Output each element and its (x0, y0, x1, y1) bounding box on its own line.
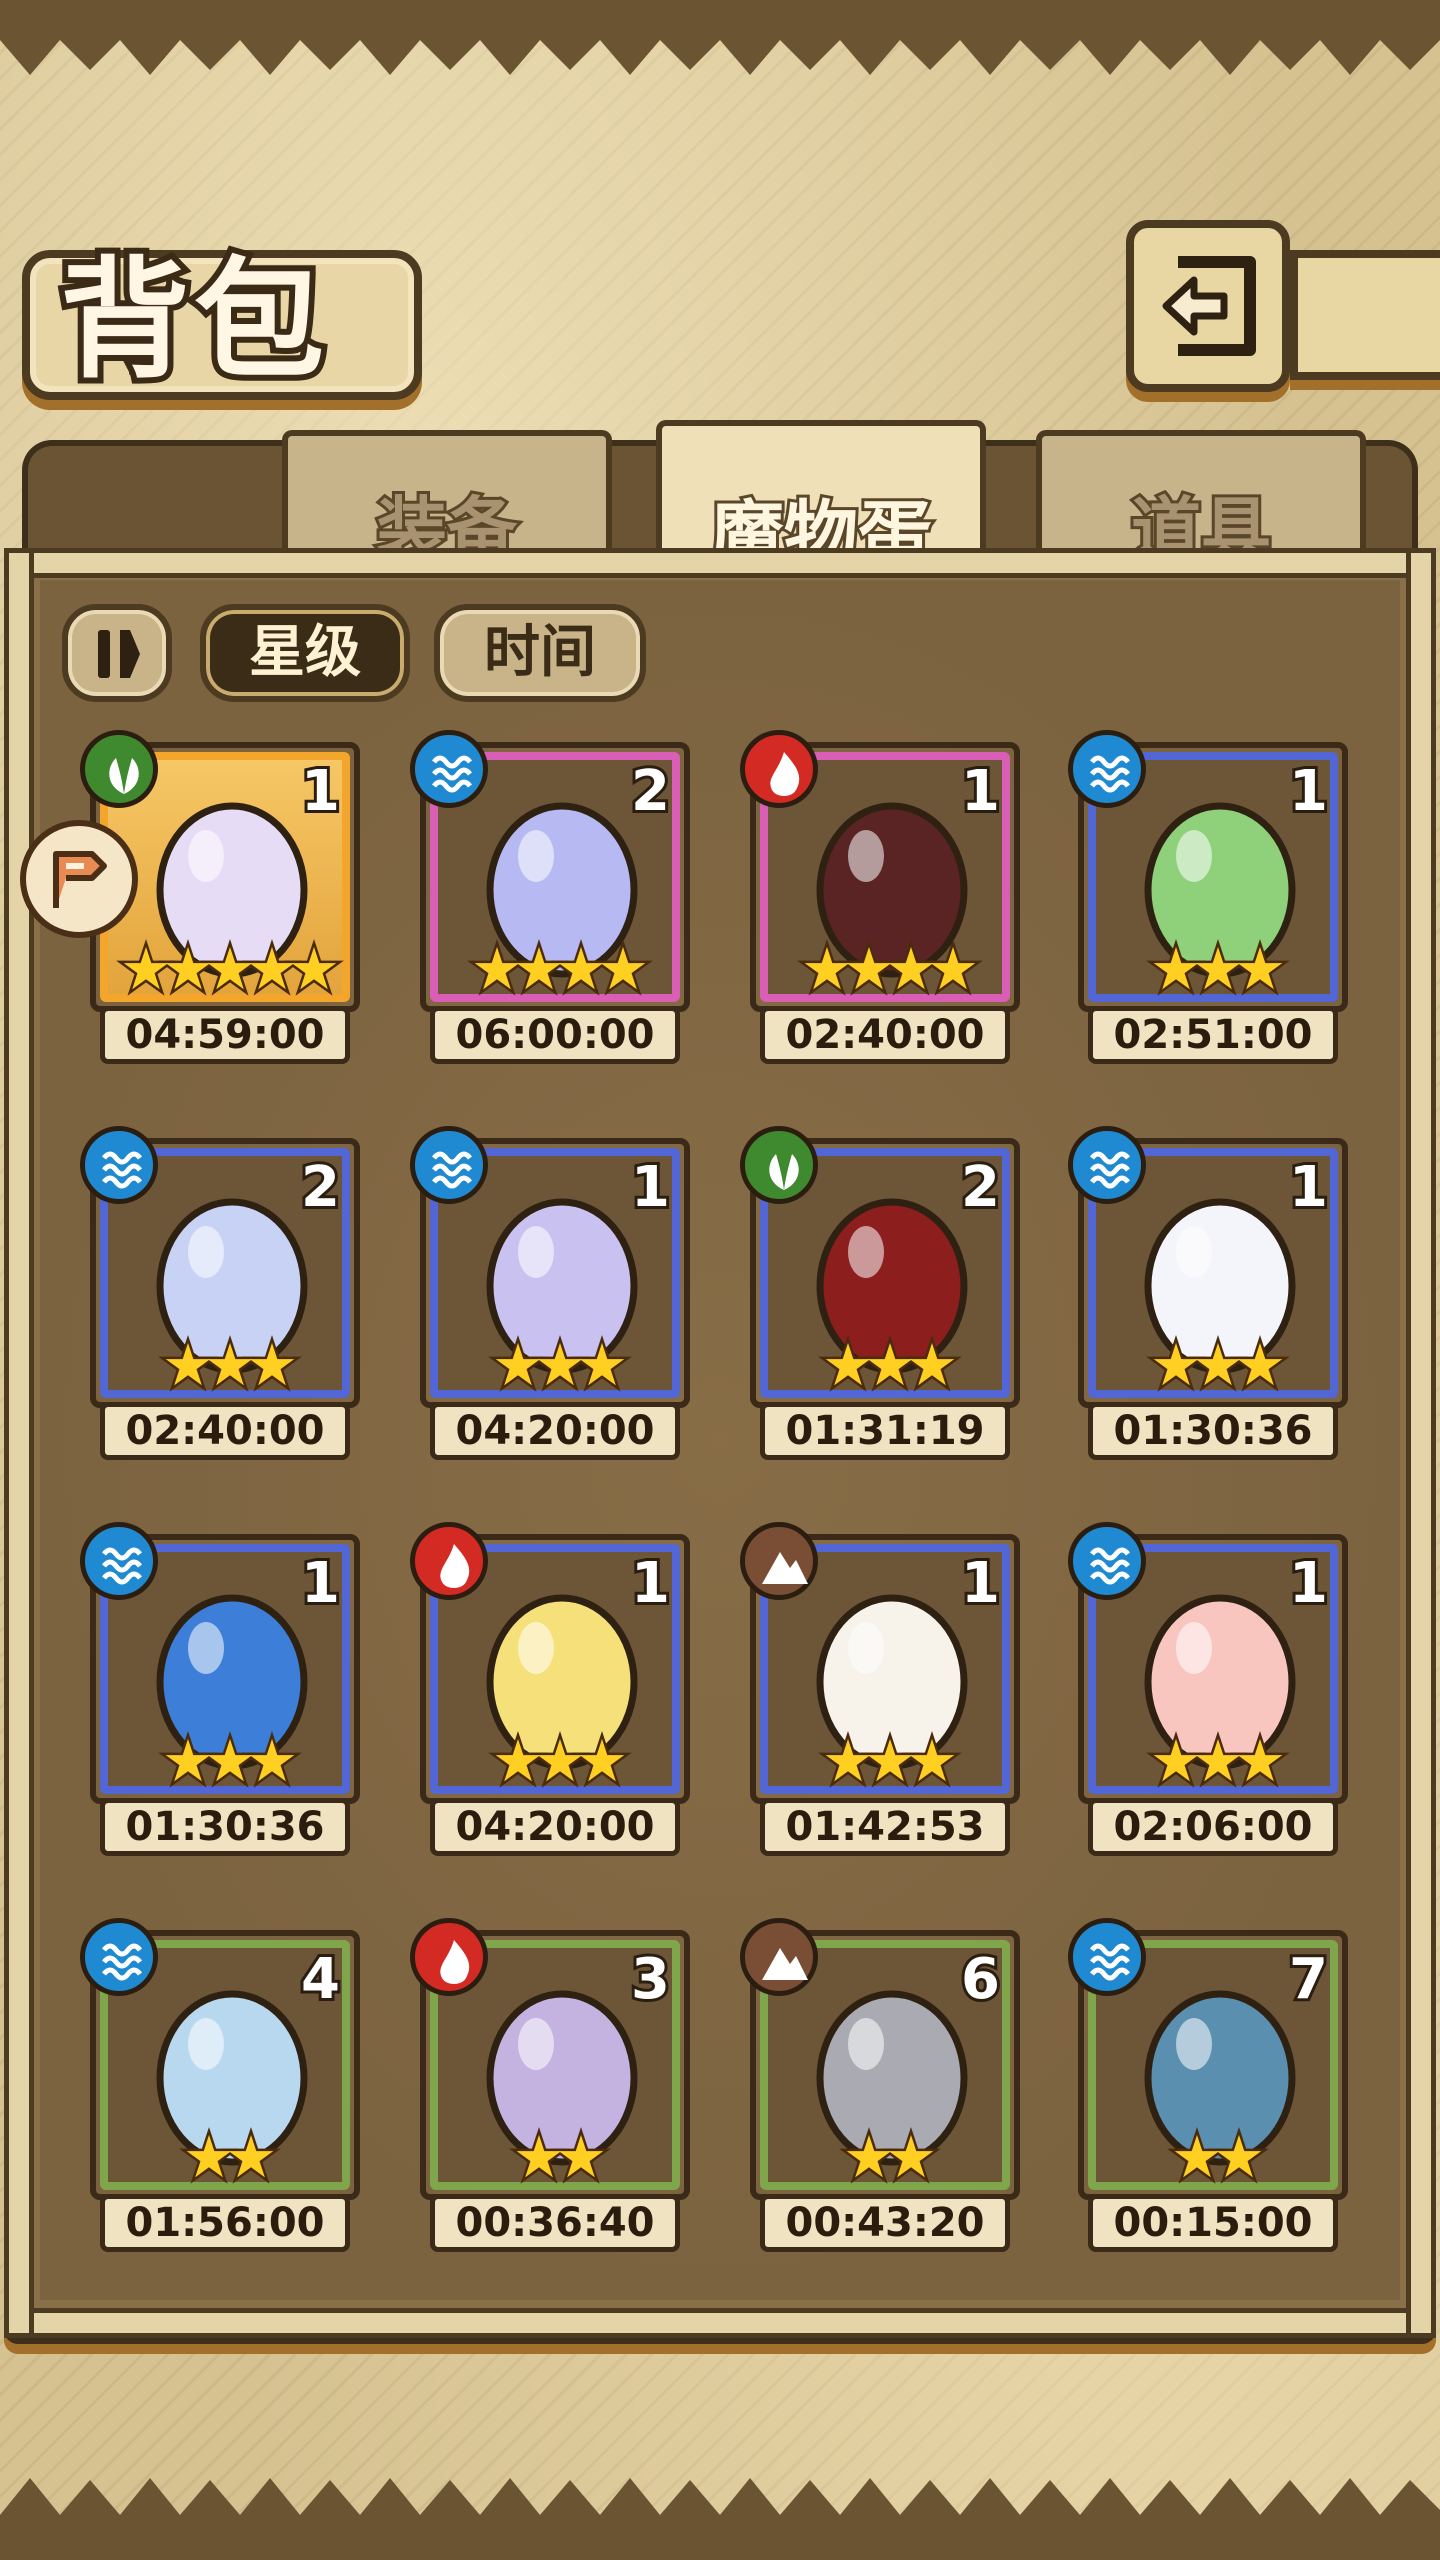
sort-order-icon (98, 630, 140, 678)
star-rating: ★★★ (1148, 1331, 1289, 1399)
sort-by-time-button[interactable]: 时间 (434, 604, 646, 702)
egg-count: 1 (1286, 1551, 1331, 1617)
water-element-icon (1068, 1522, 1146, 1600)
star-rating: ★★★ (820, 1727, 961, 1795)
panel-top-rail (4, 548, 1436, 578)
hatch-timer: 02:51:00 (1088, 1006, 1338, 1064)
egg-count: 1 (958, 759, 1003, 825)
egg-count: 2 (628, 759, 673, 825)
egg-count: 3 (628, 1947, 673, 2013)
panel-bottom-rail (4, 2308, 1436, 2338)
water-element-icon (410, 730, 488, 808)
water-element-icon (80, 1126, 158, 1204)
water-element-icon (80, 1918, 158, 1996)
star-rating: ★★★★ (799, 935, 982, 1003)
egg-count: 1 (958, 1551, 1003, 1617)
star-rating: ★★★ (490, 1727, 631, 1795)
back-button[interactable] (1126, 220, 1290, 392)
star-rating: ★★★ (160, 1331, 301, 1399)
flag-marker-icon (53, 851, 107, 908)
water-element-icon (80, 1522, 158, 1600)
water-element-icon (1068, 1126, 1146, 1204)
hatch-timer: 00:36:40 (430, 2194, 680, 2252)
page-title: 背包 (54, 237, 330, 402)
fire-element-icon (410, 1918, 488, 1996)
hatch-timer: 04:20:00 (430, 1798, 680, 1856)
hatch-timer: 01:56:00 (100, 2194, 350, 2252)
bottom-torn-edge (0, 2478, 1440, 2560)
hatch-timer: 01:31:19 (760, 1402, 1010, 1460)
panel-right-rail (1406, 548, 1436, 2338)
hatch-timer: 01:42:53 (760, 1798, 1010, 1856)
egg-count: 1 (628, 1551, 673, 1617)
water-element-icon (410, 1126, 488, 1204)
hatch-timer: 00:15:00 (1088, 2194, 1338, 2252)
star-rating: ★★★★ (469, 935, 652, 1003)
egg-count: 1 (298, 759, 343, 825)
hatch-timer: 02:06:00 (1088, 1798, 1338, 1856)
sort-order-toggle[interactable] (62, 604, 172, 702)
sort-by-time-label: 时间 (484, 620, 596, 685)
egg-count: 1 (1286, 759, 1331, 825)
star-rating: ★★★ (820, 1331, 961, 1399)
top-torn-edge (0, 0, 1440, 75)
star-rating: ★★ (511, 2123, 610, 2191)
star-rating: ★★★ (1148, 1727, 1289, 1795)
back-arrow-icon (1162, 256, 1256, 356)
hatch-timer: 00:43:20 (760, 2194, 1010, 2252)
earth-element-icon (740, 1522, 818, 1600)
egg-count: 6 (958, 1947, 1003, 2013)
hatch-timer: 04:59:00 (100, 1006, 350, 1064)
egg-count: 2 (958, 1155, 1003, 1221)
egg-count: 2 (298, 1155, 343, 1221)
egg-count: 1 (1286, 1155, 1331, 1221)
hatch-timer: 01:30:36 (100, 1798, 350, 1856)
hatch-timer: 02:40:00 (100, 1402, 350, 1460)
wood-element-icon (80, 730, 158, 808)
star-rating: ★★ (1169, 2123, 1268, 2191)
hatch-timer: 04:20:00 (430, 1402, 680, 1460)
water-element-icon (1068, 1918, 1146, 1996)
equipped-badge[interactable] (20, 820, 138, 938)
star-rating: ★★★ (490, 1331, 631, 1399)
egg-count: 1 (628, 1155, 673, 1221)
water-element-icon (1068, 730, 1146, 808)
hatch-timer: 06:00:00 (430, 1006, 680, 1064)
star-rating: ★★★ (160, 1727, 301, 1795)
star-rating: ★★★★★ (118, 935, 343, 1003)
sort-by-stars-button[interactable]: 星级 (200, 604, 410, 702)
panel-left-rail (4, 548, 34, 2338)
back-button-strip (1290, 250, 1440, 380)
hatch-timer: 02:40:00 (760, 1006, 1010, 1064)
fire-element-icon (740, 730, 818, 808)
egg-count: 4 (298, 1947, 343, 2013)
tab-equipment[interactable]: 装备 (282, 430, 612, 574)
fire-element-icon (410, 1522, 488, 1600)
tab-items[interactable]: 道具 (1036, 430, 1366, 574)
star-rating: ★★ (841, 2123, 940, 2191)
earth-element-icon (740, 1918, 818, 1996)
hatch-timer: 01:30:36 (1088, 1402, 1338, 1460)
star-rating: ★★★ (1148, 935, 1289, 1003)
egg-count: 1 (298, 1551, 343, 1617)
star-rating: ★★ (181, 2123, 280, 2191)
egg-count: 7 (1286, 1947, 1331, 2013)
wood-element-icon (740, 1126, 818, 1204)
sort-by-stars-label: 星级 (249, 620, 361, 685)
